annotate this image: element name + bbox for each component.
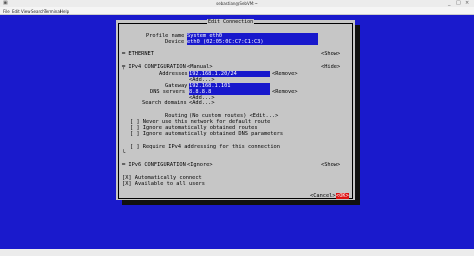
- dns-servers-label: DNS servers: [150, 89, 186, 95]
- menu-edit[interactable]: Edit: [12, 9, 20, 14]
- maximize-button[interactable]: □: [456, 0, 461, 6]
- all-users-checkbox[interactable]: [X] Available to all users: [122, 181, 205, 187]
- ipv4-hide-button[interactable]: <Hide>: [321, 64, 340, 70]
- ethernet-show-button[interactable]: <Show>: [321, 51, 340, 57]
- ipv4-section-label: ╤ IPv4 CONFIGURATION: [122, 64, 186, 70]
- search-domains-add-button[interactable]: <Add...>: [189, 100, 215, 106]
- ignore-dns-checkbox[interactable]: [ ] Ignore automatically obtained DNS pa…: [130, 131, 283, 137]
- dialog-frame: [118, 23, 353, 199]
- ipv6-show-button[interactable]: <Show>: [321, 162, 340, 168]
- ipv4-mode-dropdown[interactable]: <Manual>: [187, 64, 213, 70]
- menu-file[interactable]: File: [3, 9, 10, 14]
- menu-terminal[interactable]: Terminal: [44, 9, 61, 14]
- window-title: sebastian@SebVM:~: [216, 1, 258, 6]
- ipv4-section-end: └: [122, 150, 126, 156]
- menu-help[interactable]: Help: [60, 9, 69, 14]
- dns-remove-button[interactable]: <Remove>: [272, 89, 298, 95]
- addresses-remove-button[interactable]: <Remove>: [272, 71, 298, 77]
- menu-bar: File Edit View Search Terminal Help: [0, 7, 474, 15]
- dialog-shadow-right: [355, 25, 360, 205]
- ethernet-section-label: ═ ETHERNET: [122, 51, 154, 57]
- addresses-label: Addresses: [159, 71, 188, 77]
- close-button[interactable]: ×: [465, 0, 469, 6]
- dialog-shadow-bottom: [122, 200, 360, 205]
- require-ipv4-checkbox[interactable]: [ ] Require IPv4 addressing for this con…: [130, 144, 280, 150]
- window-bottom-bar: [0, 249, 474, 256]
- device-label: Device: [165, 39, 185, 45]
- dialog-title: Edit Connection: [207, 19, 255, 25]
- device-field[interactable]: eth0 (02:05:0C:C7:C1:C3): [187, 39, 318, 45]
- ok-button[interactable]: <OK>: [336, 193, 349, 199]
- search-domains-label: Search domains: [142, 100, 187, 106]
- cancel-button[interactable]: <Cancel>: [310, 193, 336, 199]
- menu-view[interactable]: View: [21, 9, 31, 14]
- ipv6-mode-dropdown[interactable]: <Ignore>: [187, 162, 213, 168]
- menu-search[interactable]: Search: [31, 9, 45, 14]
- minimize-button[interactable]: _: [448, 0, 451, 6]
- window-titlebar: ▣ sebastian@SebVM:~ _ □ ×: [0, 0, 474, 7]
- ipv6-section-label: ═ IPv6 CONFIGURATION: [122, 162, 186, 168]
